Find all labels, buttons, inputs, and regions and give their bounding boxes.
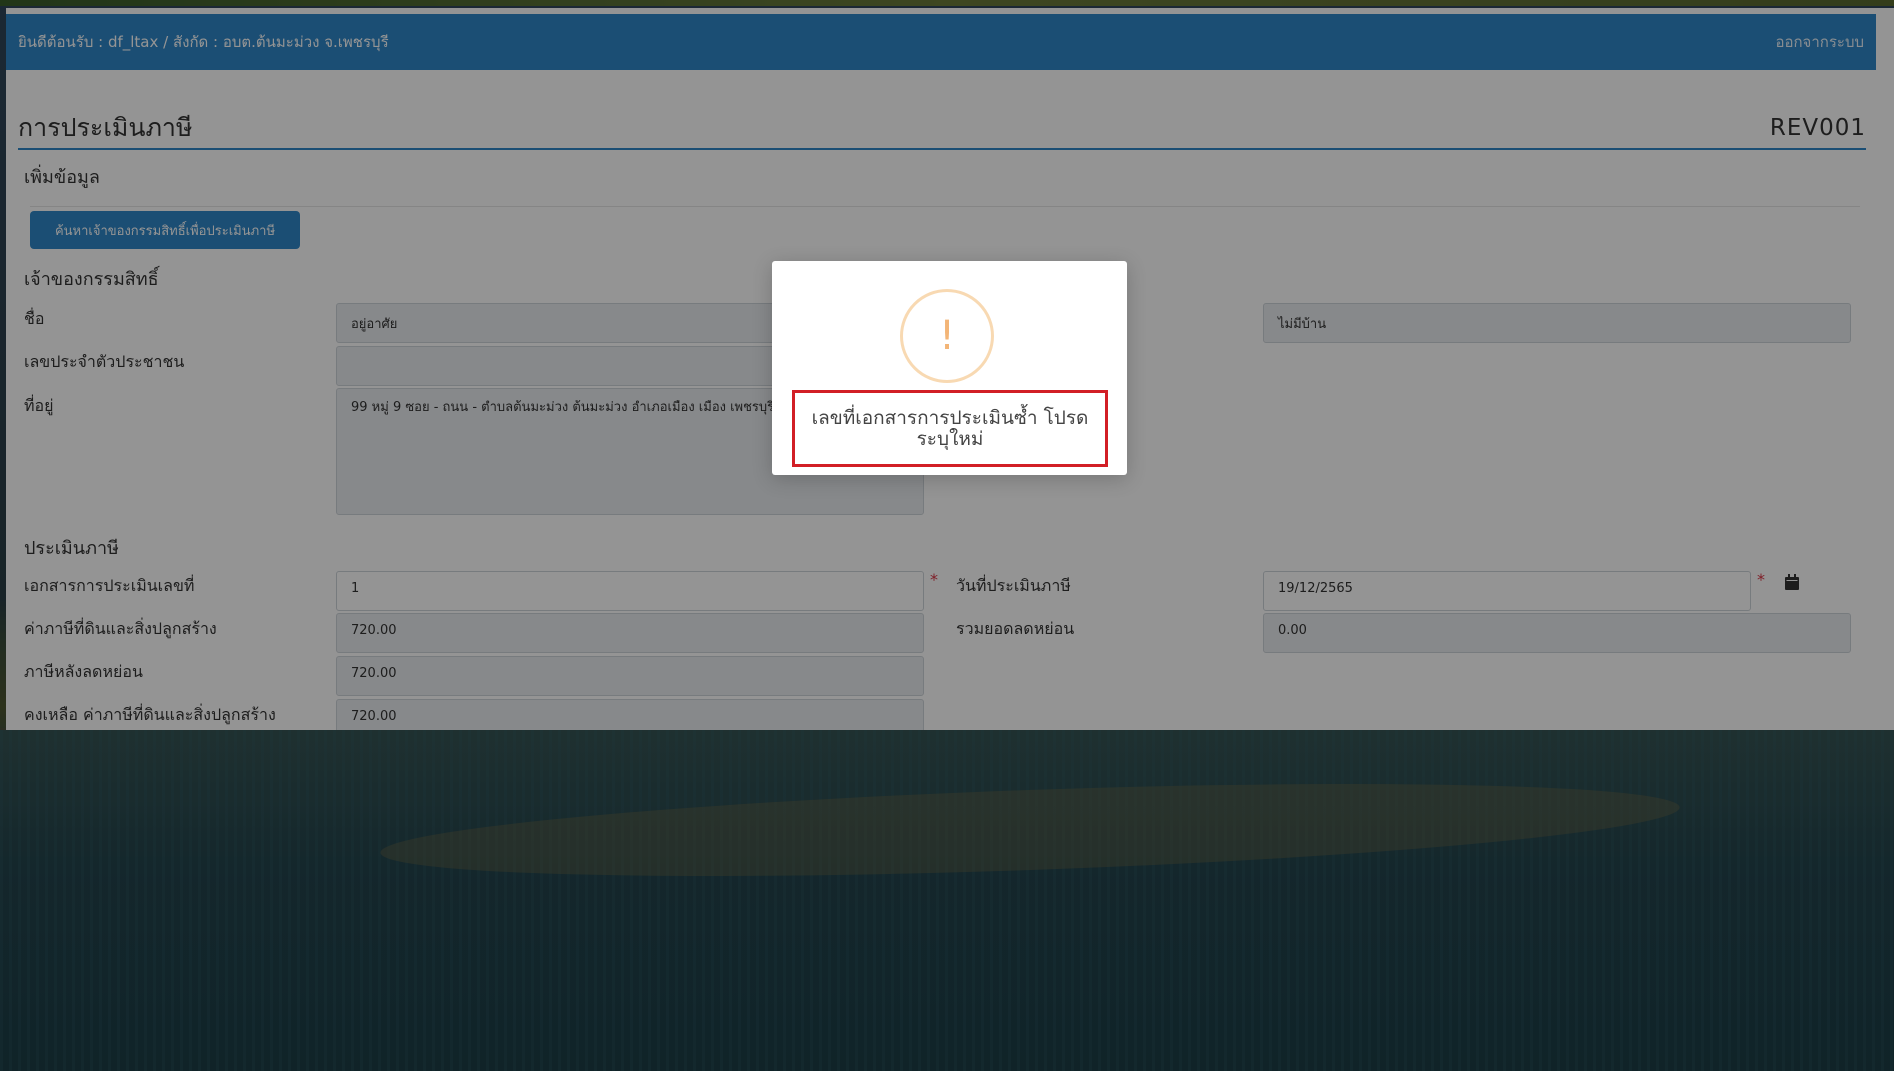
modal-backdrop[interactable] <box>0 0 1894 1071</box>
warning-icon-glyph: ! <box>938 313 956 359</box>
duplicate-doc-message: เลขที่เอกสารการประเมินซ้ำ โปรดระบุใหม่ <box>792 390 1108 467</box>
alert-dialog: ! เลขที่เอกสารการประเมินซ้ำ โปรดระบุใหม่ <box>772 261 1127 475</box>
warning-icon: ! <box>900 289 994 383</box>
